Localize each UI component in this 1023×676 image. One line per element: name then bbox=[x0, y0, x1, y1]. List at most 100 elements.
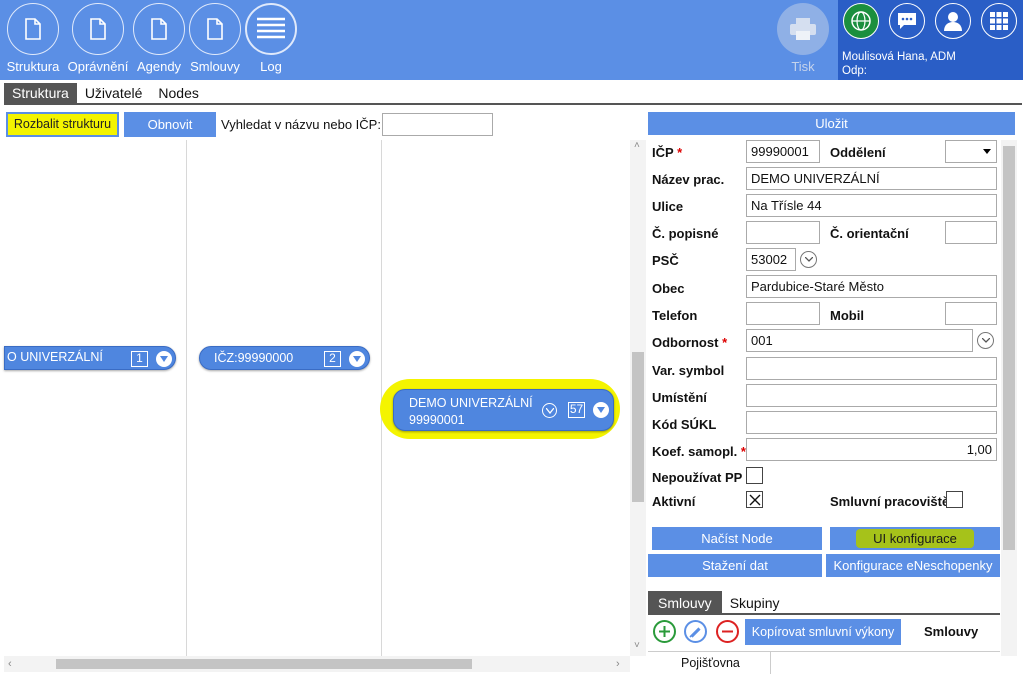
psc-input[interactable]: 53002 bbox=[746, 248, 796, 271]
koef-label: Koef. samopl. * bbox=[652, 444, 746, 459]
koef-input[interactable]: 1,00 bbox=[746, 438, 997, 461]
obec-input[interactable]: Pardubice-Staré Město bbox=[746, 275, 997, 298]
telefon-input[interactable] bbox=[746, 302, 820, 325]
eneschopenky-button[interactable]: Konfigurace eNeschopenky bbox=[826, 554, 1000, 577]
nazev-input[interactable]: DEMO UNIVERZÁLNÍ bbox=[746, 167, 997, 190]
document-icon bbox=[189, 3, 241, 55]
tree-node-label: DEMO UNIVERZÁLNÍ bbox=[409, 396, 533, 410]
telefon-label: Telefon bbox=[652, 308, 698, 323]
stazeni-dat-button[interactable]: Stažení dat bbox=[648, 554, 822, 577]
aktivni-checkbox[interactable] bbox=[746, 491, 763, 508]
search-input[interactable] bbox=[382, 113, 493, 136]
varsymbol-label: Var. symbol bbox=[652, 363, 725, 378]
psc-dropdown-icon[interactable] bbox=[800, 251, 817, 268]
corientacni-label: Č. orientační bbox=[830, 226, 909, 241]
oddeleni-select[interactable] bbox=[945, 140, 997, 163]
save-button[interactable]: Uložit bbox=[648, 112, 1015, 135]
tab-smlouvy[interactable]: Smlouvy bbox=[648, 591, 722, 613]
chevron-down-icon bbox=[983, 149, 991, 154]
globe-icon[interactable] bbox=[843, 3, 879, 39]
tab-nodes[interactable]: Nodes bbox=[150, 83, 206, 103]
psc-label: PSČ bbox=[652, 253, 679, 268]
grid-icon[interactable] bbox=[981, 3, 1017, 39]
tree-column-divider bbox=[186, 140, 187, 656]
corientacni-input[interactable] bbox=[945, 221, 997, 244]
nazev-label: Název prac. bbox=[652, 172, 725, 187]
form-scrollbar[interactable]: ˄ ˅ bbox=[630, 140, 646, 656]
smluvni-label: Smluvní pracoviště bbox=[830, 494, 950, 509]
chevron-down-icon[interactable] bbox=[349, 351, 365, 367]
odbornost-dropdown-icon[interactable] bbox=[977, 332, 994, 349]
scroll-down-icon[interactable]: ˅ bbox=[634, 640, 640, 651]
sub-tabs: Smlouvy Skupiny bbox=[648, 591, 1000, 615]
agendy-button[interactable]: Agendy bbox=[127, 3, 191, 74]
tree-horizontal-scrollbar[interactable]: ‹ › bbox=[4, 656, 630, 672]
tab-skupiny[interactable]: Skupiny bbox=[722, 591, 788, 613]
aktivni-label: Aktivní bbox=[652, 494, 696, 509]
scroll-left-icon[interactable]: ‹ bbox=[8, 658, 12, 670]
scrollbar-thumb[interactable] bbox=[1003, 146, 1015, 550]
document-icon bbox=[7, 3, 59, 55]
ulice-input[interactable]: Na Třísle 44 bbox=[746, 194, 997, 217]
user-icon[interactable] bbox=[935, 3, 971, 39]
log-button[interactable]: Log bbox=[239, 3, 303, 74]
user-name: Moulisová Hana, ADM bbox=[842, 51, 956, 63]
nepouzivat-label: Nepoužívat PP bbox=[652, 470, 743, 485]
umisteni-input[interactable] bbox=[746, 384, 997, 407]
user-info: Moulisová Hana, ADM Odp: bbox=[842, 50, 956, 78]
tree-node-count: 57 bbox=[568, 402, 585, 418]
scroll-up-icon[interactable]: ˄ bbox=[634, 140, 640, 151]
kodsukl-input[interactable] bbox=[746, 411, 997, 434]
form-scrollbar-right[interactable] bbox=[1001, 140, 1017, 656]
tree-node[interactable]: IČZ:99990000 2 bbox=[199, 346, 370, 370]
obec-label: Obec bbox=[652, 281, 685, 296]
tree-node-count: 2 bbox=[324, 351, 341, 367]
smluvni-checkbox[interactable] bbox=[946, 491, 963, 508]
odbornost-input[interactable]: 001 bbox=[746, 329, 973, 352]
struktura-label: Struktura bbox=[6, 59, 60, 74]
chevron-down-icon[interactable] bbox=[593, 402, 609, 418]
tree-node-count: 1 bbox=[131, 351, 148, 367]
remove-icon[interactable] bbox=[716, 620, 739, 643]
nacist-node-button[interactable]: Načíst Node bbox=[652, 527, 822, 550]
tree-node[interactable]: O UNIVERZÁLNÍ 1 bbox=[4, 346, 176, 370]
oddeleni-label: Oddělení bbox=[830, 145, 886, 160]
collapse-circle-icon[interactable] bbox=[542, 403, 557, 418]
mobil-input[interactable] bbox=[945, 302, 997, 325]
cpopisne-input[interactable] bbox=[746, 221, 820, 244]
ui-konfigurace-button[interactable]: UI konfigurace bbox=[830, 527, 1000, 550]
refresh-button[interactable]: Obnovit bbox=[124, 112, 216, 137]
tree-node-label: O UNIVERZÁLNÍ bbox=[7, 350, 103, 364]
opravneni-button[interactable]: Oprávnění bbox=[66, 3, 130, 74]
mobil-label: Mobil bbox=[830, 308, 864, 323]
print-button[interactable]: Tisk bbox=[771, 3, 835, 74]
chevron-down-icon[interactable] bbox=[156, 351, 172, 367]
chat-icon[interactable] bbox=[889, 3, 925, 39]
icp-input[interactable]: 99990001 bbox=[746, 140, 820, 163]
document-icon bbox=[133, 3, 185, 55]
struktura-button[interactable]: Struktura bbox=[1, 3, 65, 74]
user-panel: Moulisová Hana, ADM Odp: bbox=[838, 0, 1023, 80]
scrollbar-thumb[interactable] bbox=[632, 352, 644, 502]
expand-structure-button[interactable]: Rozbalit strukturu bbox=[6, 112, 119, 137]
smlouvy-button[interactable]: Smlouvy bbox=[183, 3, 247, 74]
kopirovat-vykony-button[interactable]: Kopírovat smluvní výkony bbox=[745, 619, 901, 645]
add-icon[interactable] bbox=[653, 620, 676, 643]
tree-node-selected[interactable]: DEMO UNIVERZÁLNÍ 99990001 57 bbox=[393, 389, 614, 431]
document-icon bbox=[72, 3, 124, 55]
pojistovna-column: Pojišťovna bbox=[681, 656, 740, 670]
search-label: Vyhledat v názvu nebo IČP: bbox=[221, 117, 381, 132]
scroll-right-icon[interactable]: › bbox=[616, 658, 620, 670]
scrollbar-thumb[interactable] bbox=[56, 659, 472, 669]
agendy-label: Agendy bbox=[136, 59, 182, 74]
tab-uzivatele[interactable]: Uživatelé bbox=[77, 83, 151, 103]
nepouzivat-checkbox[interactable] bbox=[746, 467, 763, 484]
tab-struktura[interactable]: Struktura bbox=[4, 83, 77, 103]
cpopisne-label: Č. popisné bbox=[652, 226, 719, 241]
contracts-header: Smlouvy bbox=[924, 624, 979, 639]
expand-structure-label: Rozbalit strukturu bbox=[8, 114, 117, 135]
varsymbol-input[interactable] bbox=[746, 357, 997, 380]
tree-node-label: IČZ:99990000 bbox=[214, 351, 294, 365]
check-x-icon bbox=[749, 494, 760, 505]
edit-icon[interactable] bbox=[684, 620, 707, 643]
